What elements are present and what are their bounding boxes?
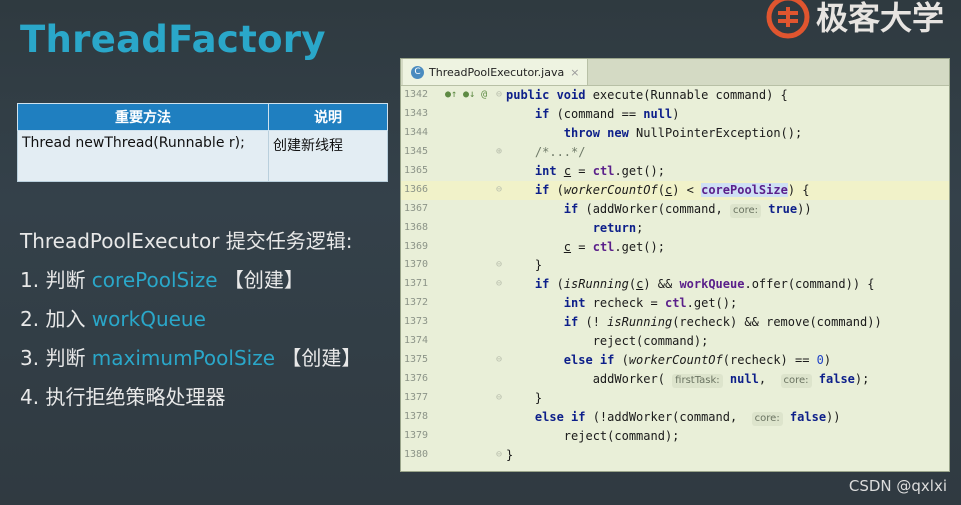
csdn-watermark: CSDN @qxlxi xyxy=(848,477,947,495)
table-row: Thread newThread(Runnable r); 创建新线程 xyxy=(17,130,388,182)
code-line: 1368 return; xyxy=(401,219,949,238)
code-editor-screenshot: C ThreadPoolExecutor.java × 1342 ●↑ ●↓ @ ⊖… xyxy=(400,58,950,472)
line-number: 1377 xyxy=(404,392,429,403)
step-suffix: 【创建】 xyxy=(275,346,362,370)
line-number: 1372 xyxy=(404,297,429,309)
code-line: 1375 ⊖ else if (workerCountOf(recheck) ==… xyxy=(401,351,949,370)
code-line: 1369 c = ctl.get(); xyxy=(401,238,949,257)
code-line: 1378 else if (!addWorker(command, core: … xyxy=(401,408,949,427)
fold-icon[interactable]: ⊖ xyxy=(496,256,502,275)
editor-tab[interactable]: C ThreadPoolExecutor.java × xyxy=(403,59,589,85)
code-area: 1342 ●↑ ●↓ @ ⊖ public void execute(Runnable… xyxy=(401,86,949,471)
line-number: 1367 xyxy=(404,202,429,214)
editor-tab-label: ThreadPoolExecutor.java xyxy=(429,65,565,79)
line-number: 1365 xyxy=(404,164,429,176)
line-number: 1369 xyxy=(404,240,429,252)
step-highlight: corePoolSize xyxy=(91,268,218,292)
line-number: 1379 xyxy=(404,429,429,441)
methods-table: 重要方法 说明 Thread newThread(Runnable r); 创建… xyxy=(17,103,388,182)
fold-icon[interactable]: ⊖ xyxy=(496,389,502,408)
code-line: 1345 ⊕ /*...*/ xyxy=(401,143,949,162)
step-highlight: maximumPoolSize xyxy=(91,346,275,370)
line-number: 1375 xyxy=(404,354,429,366)
table-cell-description: 创建新线程 xyxy=(268,130,388,182)
logic-step: 3. 判断 maximumPoolSize 【创建】 xyxy=(20,339,361,378)
close-icon[interactable]: × xyxy=(570,66,579,79)
code-line-current: 1366 ⊖ if (workerCountOf(c) < corePoolSiz… xyxy=(401,180,949,200)
fold-icon[interactable]: ⊖ xyxy=(496,446,502,465)
line-number: 1373 xyxy=(404,316,429,328)
code-line: 1372 int recheck = ctl.get(); xyxy=(401,294,949,313)
code-line: 1373 if (! isRunning(recheck) && remove(… xyxy=(401,313,949,332)
override-gutter-icon: ●↑ ●↓ @ xyxy=(445,89,488,100)
code-line: 1376 addWorker( firstTask: null, core: f… xyxy=(401,370,949,389)
line-number: 1366 xyxy=(404,183,429,195)
line-number: 1371 xyxy=(404,278,429,290)
line-number: 1342 xyxy=(404,89,429,100)
step-suffix: 【创建】 xyxy=(217,268,304,292)
step-prefix: 1. 判断 xyxy=(20,268,92,292)
code-line: 1367 if (addWorker(command, core: true)) xyxy=(401,200,949,219)
fold-icon[interactable]: ⊕ xyxy=(496,143,502,162)
fold-icon[interactable]: ⊖ xyxy=(496,351,502,370)
java-class-icon: C xyxy=(411,65,424,79)
code-line: 1371 ⊖ if (isRunning(c) && workQueue.offe… xyxy=(401,275,949,294)
slide-title: ThreadFactory xyxy=(20,18,326,61)
line-number: 1378 xyxy=(404,410,429,422)
geek-logo-icon xyxy=(766,0,810,39)
code-line: 1365 int c = ctl.get(); xyxy=(401,162,949,181)
table-header: 重要方法 xyxy=(17,103,269,131)
line-number: 1380 xyxy=(404,448,429,460)
table-cell-method: Thread newThread(Runnable r); xyxy=(17,130,269,182)
line-number: 1370 xyxy=(404,259,429,271)
line-number: 1343 xyxy=(404,107,429,119)
step-prefix: 2. 加入 xyxy=(20,307,92,331)
line-number: 1374 xyxy=(404,335,429,347)
logic-title: ThreadPoolExecutor 提交任务逻辑: xyxy=(20,229,353,253)
fold-icon[interactable]: ⊖ xyxy=(496,275,502,294)
code-line: 1342 ●↑ ●↓ @ ⊖ public void execute(Runnable… xyxy=(401,86,949,105)
line-number: 1344 xyxy=(404,126,429,138)
code-line: 1380 ⊖} xyxy=(401,446,949,465)
brand-name: 极客大学 xyxy=(816,0,945,37)
code-line: 1370 ⊖ } xyxy=(401,256,949,275)
code-line: 1379 reject(command); xyxy=(401,427,949,446)
line-number: 1345 xyxy=(404,145,429,157)
table-header: 说明 xyxy=(268,103,388,131)
logic-step: 2. 加入 workQueue xyxy=(20,300,361,339)
logic-step: 1. 判断 corePoolSize 【创建】 xyxy=(20,261,361,300)
step-prefix: 3. 判断 xyxy=(20,346,92,370)
code-line: 1343 if (command == null) xyxy=(401,105,949,124)
step-highlight: workQueue xyxy=(91,307,206,331)
table-header-row: 重要方法 说明 xyxy=(17,103,388,131)
code-line: 1344 throw new NullPointerException(); xyxy=(401,124,949,143)
fold-icon[interactable]: ⊖ xyxy=(496,181,502,200)
line-number: 1376 xyxy=(404,373,429,385)
step-prefix: 4. 执行拒绝策略处理器 xyxy=(20,385,226,409)
code-line: 1374 reject(command); xyxy=(401,332,949,351)
code-line: 1377 ⊖ } xyxy=(401,389,949,408)
brand-logo: 极客大学 xyxy=(766,0,961,42)
fold-icon[interactable]: ⊖ xyxy=(496,86,502,105)
logic-step: 4. 执行拒绝策略处理器 xyxy=(20,378,361,417)
editor-tab-bar: C ThreadPoolExecutor.java × xyxy=(401,59,949,86)
submit-logic: ThreadPoolExecutor 提交任务逻辑: 1. 判断 corePoo… xyxy=(20,222,361,417)
line-number: 1368 xyxy=(404,221,429,233)
